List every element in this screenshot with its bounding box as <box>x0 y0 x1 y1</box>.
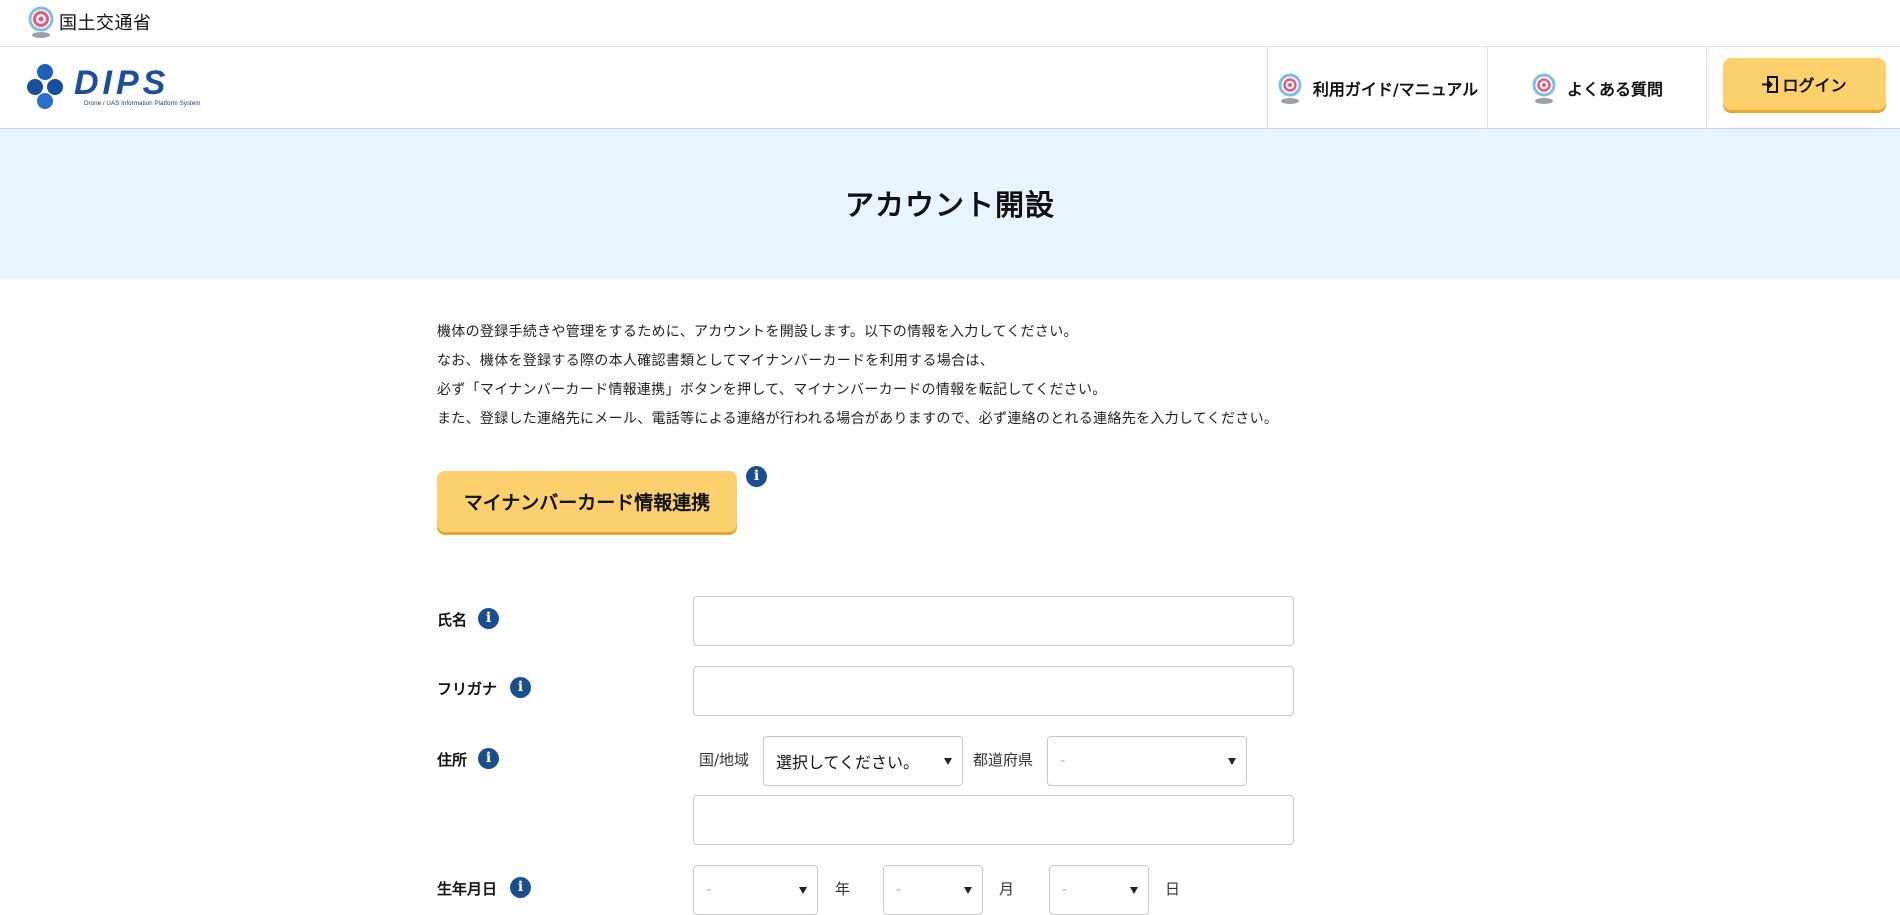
caret-down-icon <box>1130 887 1138 894</box>
birth-month-select[interactable]: - <box>883 865 983 915</box>
birth-year-select[interactable]: - <box>693 865 818 915</box>
main-content: 機体の登録手続きや管理をするために、アカウントを開設します。以下の情報を入力して… <box>437 279 1537 915</box>
intro-line: 機体の登録手続きや管理をするために、アカウントを開設します。以下の情報を入力して… <box>437 324 1078 340</box>
birth-year-value: - <box>706 882 712 898</box>
ministry-bar: 国土交通省 <box>0 0 1900 47</box>
nav-faq[interactable]: よくある質問 <box>1487 47 1707 129</box>
intro-text: 機体の登録手続きや管理をするために、アカウントを開設します。以下の情報を入力して… <box>437 318 1497 434</box>
login-icon <box>1762 75 1779 93</box>
ministry-name: 国土交通省 <box>59 13 152 34</box>
kana-input[interactable] <box>693 666 1294 716</box>
prefecture-select-value: - <box>1060 753 1066 769</box>
login-button[interactable]: ログイン <box>1723 58 1886 110</box>
site-header: DIPS Drone / UAS Information Platform Sy… <box>0 47 1900 129</box>
intro-line: また、登録した連絡先にメール、電話等による連絡が行われる場合がありますので、必ず… <box>437 411 1279 427</box>
month-unit-label: 月 <box>999 880 1015 898</box>
mlit-logo-icon <box>1278 73 1302 104</box>
dips-logo[interactable]: DIPS Drone / UAS Information Platform Sy… <box>26 61 231 113</box>
dips-logo-text: DIPS <box>74 64 169 102</box>
country-label: 国/地域 <box>699 751 750 769</box>
caret-down-icon <box>1228 758 1236 765</box>
login-label: ログイン <box>1782 76 1847 95</box>
year-unit-label: 年 <box>835 880 851 898</box>
info-icon[interactable]: i <box>478 608 499 629</box>
country-select[interactable]: 選択してください。 <box>763 736 963 786</box>
caret-down-icon <box>964 887 972 894</box>
birth-day-value: - <box>1062 882 1068 898</box>
name-input[interactable] <box>693 596 1294 646</box>
mynumber-link-button[interactable]: マイナンバーカード情報連携 <box>437 471 737 532</box>
address-line-input[interactable] <box>693 795 1294 845</box>
title-band: アカウント開設 <box>0 129 1900 279</box>
intro-line: なお、機体を登録する際の本人確認書類としてマイナンバーカードを利用する場合は、 <box>437 353 994 369</box>
info-icon[interactable]: i <box>746 466 767 487</box>
prefecture-select[interactable]: - <box>1047 736 1247 786</box>
prefecture-label: 都道府県 <box>973 751 1034 769</box>
nav-guide-label: 利用ガイド/マニュアル <box>1312 80 1479 99</box>
info-icon[interactable]: i <box>478 748 499 769</box>
birth-month-value: - <box>896 882 902 898</box>
name-label: 氏名 <box>437 611 468 629</box>
caret-down-icon <box>799 887 807 894</box>
birth-day-select[interactable]: - <box>1049 865 1149 915</box>
address-label: 住所 <box>437 751 468 769</box>
kana-label: フリガナ <box>437 680 498 698</box>
caret-down-icon <box>944 758 952 765</box>
ministry-logo[interactable]: 国土交通省 <box>27 5 152 39</box>
mlit-logo-icon <box>1532 73 1556 104</box>
day-unit-label: 日 <box>1165 880 1181 898</box>
country-select-value: 選択してください。 <box>776 753 920 772</box>
page-title: アカウント開設 <box>844 188 1055 222</box>
intro-line: 必ず「マイナンバーカード情報連携」ボタンを押して、マイナンバーカードの情報を転記… <box>437 382 1107 398</box>
dips-mark-icon <box>27 64 63 109</box>
info-icon[interactable]: i <box>510 877 531 898</box>
dips-logo-subtitle: Drone / UAS Information Platform System <box>84 100 201 107</box>
nav-faq-label: よくある質問 <box>1566 80 1663 99</box>
info-icon[interactable]: i <box>510 677 531 698</box>
nav-guide-manual[interactable]: 利用ガイド/マニュアル <box>1267 47 1487 129</box>
mlit-logo-icon <box>28 6 54 38</box>
birthdate-label: 生年月日 <box>437 880 498 898</box>
